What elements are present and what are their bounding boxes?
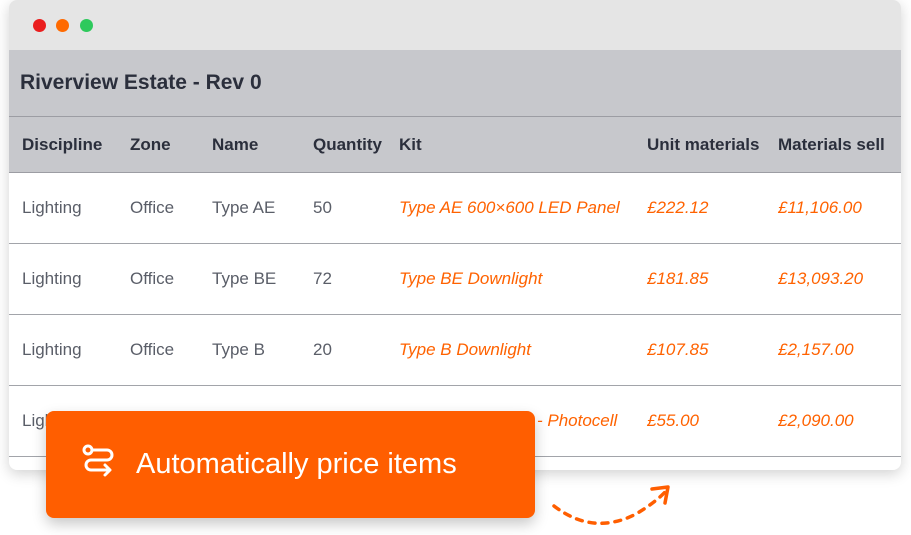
cell-unit-materials: £222.12 bbox=[647, 198, 709, 217]
curved-arrow-icon bbox=[552, 485, 670, 526]
cell-materials-sell: £2,090.00 bbox=[778, 411, 854, 430]
cell-name: Type BE bbox=[212, 269, 277, 288]
column-header-zone[interactable]: Zone bbox=[130, 135, 171, 155]
route-icon bbox=[82, 444, 114, 477]
cell-unit-materials: £55.00 bbox=[647, 411, 699, 430]
sheet-header: Riverview Estate - Rev 0 bbox=[9, 50, 901, 117]
cell-materials-sell: £11,106.00 bbox=[778, 198, 862, 217]
auto-price-callout: Automatically price items bbox=[46, 411, 535, 518]
column-header-discipline[interactable]: Discipline bbox=[22, 135, 102, 155]
table-row[interactable]: Lighting Office Type AE 50 Type AE 600×6… bbox=[9, 173, 901, 244]
column-header-unit-materials[interactable]: Unit materials bbox=[647, 135, 759, 155]
cell-quantity: 50 bbox=[313, 198, 332, 217]
window-titlebar bbox=[9, 0, 901, 50]
table-row[interactable]: Lighting Office Type B 20 Type B Downlig… bbox=[9, 315, 901, 386]
maximize-window-button[interactable] bbox=[80, 19, 93, 32]
column-header-materials-sell[interactable]: Materials sell bbox=[778, 135, 885, 155]
minimize-window-button[interactable] bbox=[56, 19, 69, 32]
cell-zone: Office bbox=[130, 198, 175, 217]
cell-zone: Office bbox=[130, 269, 175, 288]
cell-materials-sell: £2,157.00 bbox=[778, 340, 854, 359]
cell-kit: Type BE Downlight bbox=[399, 269, 543, 288]
app-window: Riverview Estate - Rev 0 Discipline Zone… bbox=[9, 0, 901, 470]
cell-name: Type B bbox=[212, 340, 265, 359]
column-header-kit[interactable]: Kit bbox=[399, 135, 422, 155]
cell-kit: Type AE 600×600 LED Panel bbox=[399, 198, 620, 217]
callout-text: Automatically price items bbox=[136, 448, 457, 480]
table-header: Discipline Zone Name Quantity Kit Unit m… bbox=[9, 117, 901, 173]
cell-quantity: 72 bbox=[313, 269, 332, 288]
cell-zone: Office bbox=[130, 340, 175, 359]
cell-unit-materials: £107.85 bbox=[647, 340, 709, 359]
column-header-name[interactable]: Name bbox=[212, 135, 258, 155]
column-header-quantity[interactable]: Quantity bbox=[313, 135, 382, 155]
close-window-button[interactable] bbox=[33, 19, 46, 32]
cell-unit-materials: £181.85 bbox=[647, 269, 709, 288]
cell-kit: Type B Downlight bbox=[399, 340, 531, 359]
sheet-title: Riverview Estate - Rev 0 bbox=[20, 71, 262, 94]
cell-quantity: 20 bbox=[313, 340, 332, 359]
cell-name: Type AE bbox=[212, 198, 276, 217]
cell-discipline: Lighting bbox=[22, 269, 82, 288]
cell-discipline: Lighting bbox=[22, 198, 82, 217]
cell-materials-sell: £13,093.20 bbox=[778, 269, 864, 288]
table-row[interactable]: Lighting Office Type BE 72 Type BE Downl… bbox=[9, 244, 901, 315]
cell-discipline: Lighting bbox=[22, 340, 82, 359]
cell-kit: - Photocell bbox=[537, 411, 618, 430]
